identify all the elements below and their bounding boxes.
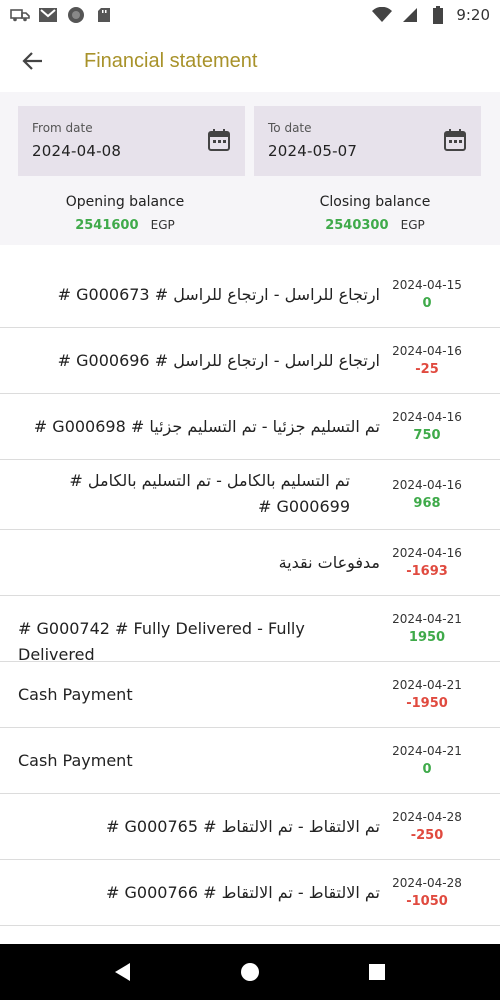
calendar-icon[interactable] <box>207 128 231 152</box>
transaction-row[interactable]: تم التسليم بالكامل - تم التسليم بالكامل … <box>0 460 500 530</box>
transaction-description: ارتجاع للراسل - ارتجاع للراسل # G000696 … <box>57 351 380 370</box>
circle-icon <box>66 7 86 23</box>
transaction-date: 2024-04-21 <box>392 612 462 626</box>
wifi-icon <box>372 7 393 23</box>
transaction-row[interactable]: ارتجاع للراسل - ارتجاع للراسل # G000673 … <box>0 262 500 328</box>
to-date-value: 2024-05-07 <box>268 142 358 160</box>
nav-home-button[interactable] <box>230 952 270 992</box>
transaction-amount: 0 <box>422 762 432 777</box>
transaction-date: 2024-04-16 <box>392 546 462 560</box>
transaction-row[interactable]: تم الالتقاط - تم الالتقاط # G000765 #202… <box>0 794 500 860</box>
closing-balance-label: Closing balance <box>319 194 431 210</box>
page-title: Financial statement <box>84 49 258 72</box>
transaction-description: تم الالتقاط - تم الالتقاط # G000765 # <box>106 817 380 836</box>
transaction-meta: 2024-04-16 968 <box>382 478 472 511</box>
closing-balance-currency: EGP <box>400 218 425 232</box>
gmail-icon <box>38 7 58 23</box>
transaction-description: تم التسليم جزئيا - تم التسليم جزئيا # G0… <box>33 417 380 436</box>
transaction-description: تم التسليم بالكامل - تم التسليم بالكامل … <box>69 471 350 516</box>
from-date-label: From date <box>32 121 93 135</box>
app-header: Financial statement <box>0 30 500 92</box>
transaction-meta: 2024-04-28 -1050 <box>382 876 472 909</box>
transaction-description: مدفوعات نقدية <box>278 553 380 572</box>
transaction-meta: 2024-04-16 -25 <box>382 344 472 377</box>
transaction-date: 2024-04-28 <box>392 876 462 890</box>
recents-square-icon <box>368 964 385 980</box>
status-time: 9:20 <box>456 6 490 24</box>
transaction-amount: 750 <box>413 428 441 443</box>
nav-recents-button[interactable] <box>357 952 397 992</box>
arrow-left-icon <box>22 52 42 70</box>
transaction-date: 2024-04-16 <box>392 410 462 424</box>
transaction-meta: 2024-04-21 -1950 <box>382 678 472 711</box>
signal-icon <box>400 7 420 23</box>
from-date-field[interactable]: From date 2024-04-08 <box>18 106 245 176</box>
transaction-row[interactable]: # G000742 # Fully Delivered - Fully Deli… <box>0 596 500 664</box>
transaction-amount: -1050 <box>406 894 448 909</box>
opening-balance-currency: EGP <box>150 218 175 232</box>
closing-balance-amount: 2540300 <box>325 218 389 233</box>
closing-balance: Closing balance 2540300 EGP <box>260 194 490 233</box>
transaction-meta: 2024-04-21 1950 <box>382 612 472 645</box>
transaction-meta: 2024-04-16 -1693 <box>382 546 472 579</box>
status-right: 9:20 <box>372 6 490 24</box>
transaction-meta: 2024-04-15 0 <box>382 278 472 311</box>
transaction-amount: -250 <box>410 828 444 843</box>
to-date-label: To date <box>268 121 312 135</box>
from-date-value: 2024-04-08 <box>32 142 122 160</box>
opening-balance: Opening balance 2541600 EGP <box>10 194 240 233</box>
transaction-meta: 2024-04-16 750 <box>382 410 472 443</box>
battery-icon <box>428 6 448 24</box>
transaction-date: 2024-04-16 <box>392 478 462 492</box>
transaction-description: Cash Payment <box>18 751 133 770</box>
transaction-row[interactable]: Cash Payment 2024-04-21 -1950 <box>0 662 500 728</box>
back-triangle-icon <box>115 963 131 981</box>
status-bar: 9:20 <box>0 0 500 30</box>
transaction-amount: -25 <box>415 362 439 377</box>
truck-icon <box>10 7 30 23</box>
transaction-description: ارتجاع للراسل - ارتجاع للراسل # G000673 … <box>57 285 380 304</box>
transaction-date: 2024-04-21 <box>392 744 462 758</box>
calendar-icon[interactable] <box>443 128 467 152</box>
transaction-meta: 2024-04-21 0 <box>382 744 472 777</box>
transaction-description: Cash Payment <box>18 685 133 704</box>
opening-balance-amount: 2541600 <box>75 218 139 233</box>
home-circle-icon <box>240 963 259 981</box>
transaction-amount: 0 <box>422 296 432 311</box>
transaction-description: # G000742 # Fully Delivered - Fully Deli… <box>18 619 305 664</box>
transaction-description: تم الالتقاط - تم الالتقاط # G000766 # <box>106 883 380 902</box>
transaction-date: 2024-04-15 <box>392 278 462 292</box>
transaction-amount: 1950 <box>408 630 446 645</box>
system-nav-bar <box>0 944 500 1000</box>
transaction-date: 2024-04-21 <box>392 678 462 692</box>
transaction-row[interactable]: مدفوعات نقدية 2024-04-16 -1693 <box>0 530 500 596</box>
transaction-amount: 968 <box>413 496 441 511</box>
transaction-date: 2024-04-16 <box>392 344 462 358</box>
status-left-icons <box>10 7 114 23</box>
to-date-field[interactable]: To date 2024-05-07 <box>254 106 481 176</box>
filter-panel: From date 2024-04-08 To date 2024-05-07 … <box>0 92 500 245</box>
sd-card-icon <box>94 7 114 23</box>
back-button[interactable] <box>18 46 48 76</box>
transaction-amount: -1693 <box>406 564 448 579</box>
transaction-row[interactable]: تم التسليم جزئيا - تم التسليم جزئيا # G0… <box>0 394 500 460</box>
transaction-amount: -1950 <box>406 696 448 711</box>
transaction-row[interactable]: تم الالتقاط - تم الالتقاط # G000766 #202… <box>0 860 500 926</box>
transaction-meta: 2024-04-28 -250 <box>382 810 472 843</box>
transaction-row[interactable]: ارتجاع للراسل - ارتجاع للراسل # G000696 … <box>0 328 500 394</box>
transaction-row[interactable]: Cash Payment 2024-04-21 0 <box>0 728 500 794</box>
nav-back-button[interactable] <box>103 952 143 992</box>
opening-balance-label: Opening balance <box>65 194 185 210</box>
transaction-date: 2024-04-28 <box>392 810 462 824</box>
